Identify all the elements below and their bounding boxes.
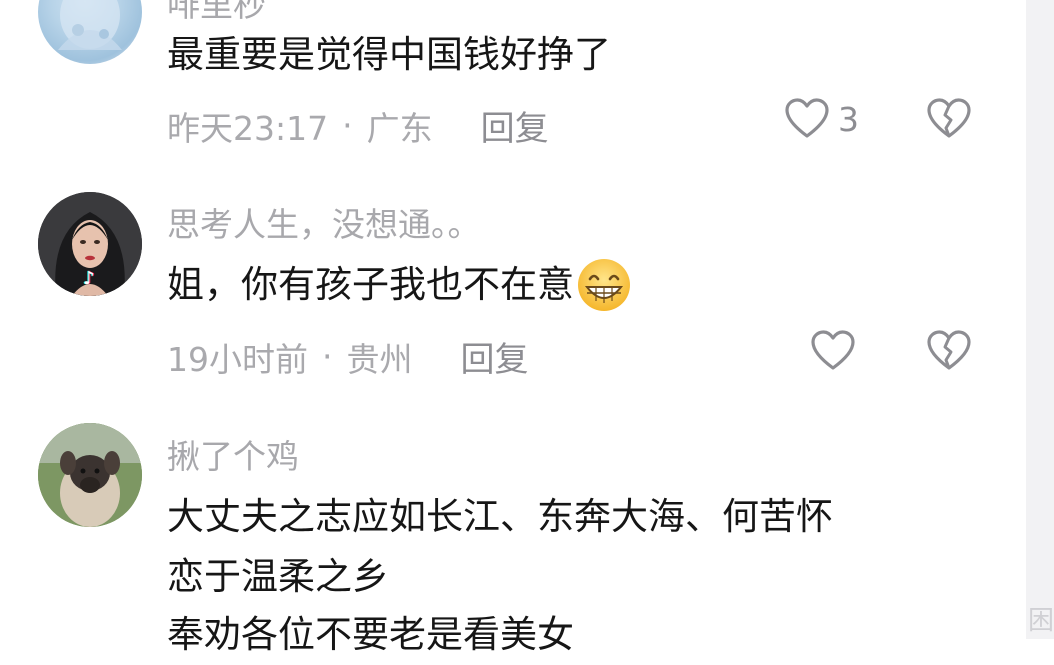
heart-outline-icon bbox=[785, 98, 829, 138]
comment-text-line: 大丈夫之志应如长江、东奔大海、何苦怀 bbox=[167, 495, 833, 538]
reply-button[interactable]: 回复 bbox=[461, 332, 529, 381]
avatar-illustration bbox=[58, 0, 122, 50]
comment-item: 啡里秒 最重要是觉得中国钱好挣了 昨天23:17 · 广东 回复 3 bbox=[0, 0, 1026, 170]
comment-username[interactable]: 思考人生，没想通。。 bbox=[167, 198, 481, 246]
comment-username[interactable]: 啡里秒 bbox=[167, 0, 266, 26]
comment-item: ♪ 思考人生，没想通。。 姐，你有孩子我也不在意 19小时前 · 贵州 回复 bbox=[0, 170, 1026, 410]
comment-text: 最重要是觉得中国钱好挣了 bbox=[167, 33, 611, 76]
comment-text-line: 奉劝各位不要老是看美女 bbox=[167, 613, 574, 656]
like-button[interactable] bbox=[810, 330, 856, 372]
heart-outline-icon bbox=[811, 330, 855, 370]
comment-location: 广东 bbox=[366, 108, 433, 148]
meta-separator: · bbox=[322, 337, 333, 376]
tiktok-badge-icon: ♪ bbox=[83, 268, 95, 289]
like-count: 3 bbox=[838, 99, 859, 139]
user-avatar[interactable] bbox=[38, 423, 142, 527]
avatar-puppy-photo bbox=[38, 423, 142, 527]
comment-text: 姐，你有孩子我也不在意 bbox=[167, 254, 632, 315]
comment-time: 昨天23:17 bbox=[167, 108, 329, 148]
reply-button[interactable]: 回复 bbox=[481, 101, 549, 150]
comment-meta: 昨天23:17 · 广东 回复 bbox=[167, 101, 549, 150]
scrollbar-track bbox=[1026, 0, 1054, 639]
comment-text-content: 姐，你有孩子我也不在意 bbox=[167, 263, 574, 306]
broken-heart-icon bbox=[927, 330, 971, 370]
comment-text-line: 恋于温柔之乡 bbox=[167, 555, 389, 598]
comment-item: 揪了个鸡 大丈夫之志应如长江、东奔大海、何苦怀 恋于温柔之乡 奉劝各位不要老是看… bbox=[0, 410, 1026, 656]
meta-separator: · bbox=[342, 106, 353, 145]
dislike-button[interactable] bbox=[926, 98, 972, 144]
watermark-glyph: 困 bbox=[1028, 606, 1054, 636]
comment-username[interactable]: 揪了个鸡 bbox=[167, 430, 299, 478]
like-button[interactable]: 3 bbox=[784, 98, 859, 140]
user-avatar[interactable] bbox=[38, 0, 142, 64]
comment-location: 贵州 bbox=[346, 339, 413, 379]
grinning-face-emoji-icon bbox=[578, 258, 630, 311]
comment-time: 19小时前 bbox=[167, 339, 308, 379]
dislike-button[interactable] bbox=[926, 330, 972, 376]
comment-meta: 19小时前 · 贵州 回复 bbox=[167, 332, 529, 381]
broken-heart-icon bbox=[927, 98, 971, 138]
user-avatar[interactable]: ♪ bbox=[38, 192, 142, 296]
